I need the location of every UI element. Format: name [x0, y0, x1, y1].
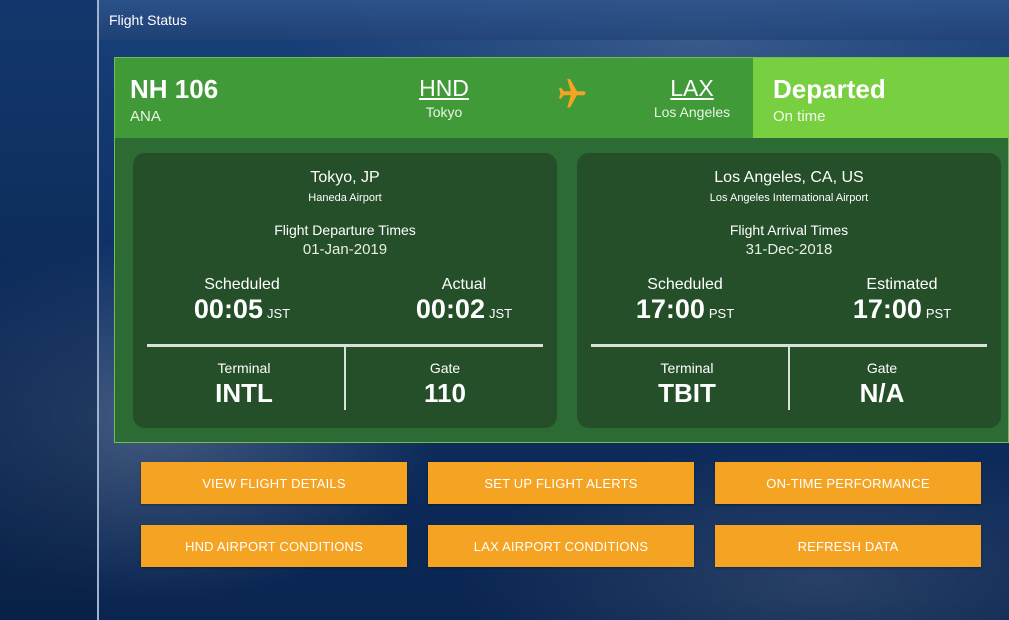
- destination-city: Los Angeles: [653, 104, 731, 120]
- flight-status-card: NH 106 ANA HND Tokyo LAX Los Angeles Dep…: [114, 57, 1009, 443]
- arrival-times-label: Flight Arrival Times: [729, 222, 849, 238]
- departure-date: 01-Jan-2019: [302, 241, 388, 258]
- arrival-scheduled-tz: PST: [708, 306, 735, 321]
- arrival-terminal-label: Terminal: [660, 360, 714, 376]
- flight-status-detail: On time: [773, 108, 826, 125]
- destination-code-link[interactable]: LAX: [632, 75, 752, 102]
- left-sidebar-area: [0, 0, 98, 620]
- on-time-performance-button[interactable]: ON-TIME PERFORMANCE: [715, 462, 981, 504]
- view-flight-details-button[interactable]: VIEW FLIGHT DETAILS: [141, 462, 407, 504]
- arrival-city: Los Angeles, CA, US: [714, 169, 864, 186]
- departure-times-label: Flight Departure Times: [274, 222, 416, 238]
- departure-airport: Haneda Airport: [308, 192, 382, 204]
- airline-name: ANA: [130, 108, 161, 125]
- arrival-estimated-label: Estimated: [866, 276, 938, 293]
- arrival-scheduled-label: Scheduled: [647, 276, 723, 293]
- lax-airport-conditions-button[interactable]: LAX AIRPORT CONDITIONS: [428, 525, 694, 567]
- flight-header: NH 106 ANA HND Tokyo LAX Los Angeles: [115, 58, 753, 138]
- arrival-gate-label: Gate: [866, 360, 898, 376]
- origin-city: Tokyo: [425, 104, 463, 120]
- status-banner: Departed On time: [753, 58, 1009, 138]
- window-title: Flight Status: [109, 12, 187, 28]
- flight-number: NH 106: [130, 74, 219, 104]
- hnd-airport-conditions-button[interactable]: HND AIRPORT CONDITIONS: [141, 525, 407, 567]
- arrival-panel: Los Angeles, CA, US Los Angeles Internat…: [577, 153, 1001, 428]
- arrival-estimated-tz: PST: [925, 306, 952, 321]
- departure-gate-label: Gate: [429, 360, 461, 376]
- flight-status: Departed: [773, 74, 886, 104]
- departure-actual-tz: JST: [488, 306, 513, 321]
- arrival-terminal: TBIT: [658, 378, 716, 408]
- departure-scheduled-time: 00:05 JST: [193, 294, 291, 324]
- departure-scheduled-tz: JST: [266, 306, 291, 321]
- arrival-date: 31-Dec-2018: [745, 241, 833, 258]
- arrival-scheduled-time: 17:00 PST: [635, 294, 735, 324]
- departure-actual-time: 00:02 JST: [415, 294, 513, 324]
- departure-scheduled-label: Scheduled: [204, 276, 280, 293]
- departure-city: Tokyo, JP: [310, 169, 380, 186]
- departure-actual-label: Actual: [441, 276, 487, 293]
- departure-gate: 110: [424, 378, 466, 408]
- arrival-airport: Los Angeles International Airport: [709, 192, 869, 204]
- title-bar: Flight Status: [99, 0, 1009, 40]
- origin-code-link[interactable]: HND: [384, 75, 504, 102]
- arrival-gate: N/A: [859, 378, 905, 408]
- departure-terminal: INTL: [215, 378, 273, 408]
- airplane-icon: [558, 79, 586, 108]
- refresh-data-button[interactable]: REFRESH DATA: [715, 525, 981, 567]
- set-up-flight-alerts-button[interactable]: SET UP FLIGHT ALERTS: [428, 462, 694, 504]
- departure-panel: Tokyo, JP Haneda Airport Flight Departur…: [133, 153, 557, 428]
- arrival-estimated-time: 17:00 PST: [852, 294, 952, 324]
- departure-terminal-label: Terminal: [217, 360, 271, 376]
